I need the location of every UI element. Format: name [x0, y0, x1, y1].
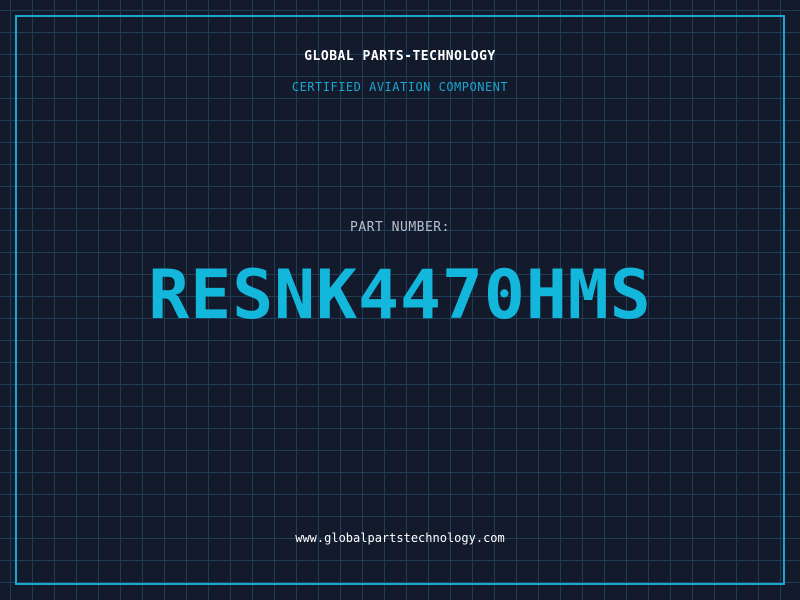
- website-url: www.globalpartstechnology.com: [295, 531, 505, 545]
- part-number: RESNK4470HMS: [148, 256, 652, 335]
- brand-name: GLOBAL PARTS-TECHNOLOGY: [304, 49, 496, 64]
- tagline: CERTIFIED AVIATION COMPONENT: [291, 80, 509, 94]
- part-number-label: PART NUMBER:: [350, 220, 450, 235]
- certificate-canvas: GLOBAL PARTS-TECHNOLOGY CERTIFIED AVIATI…: [0, 0, 800, 600]
